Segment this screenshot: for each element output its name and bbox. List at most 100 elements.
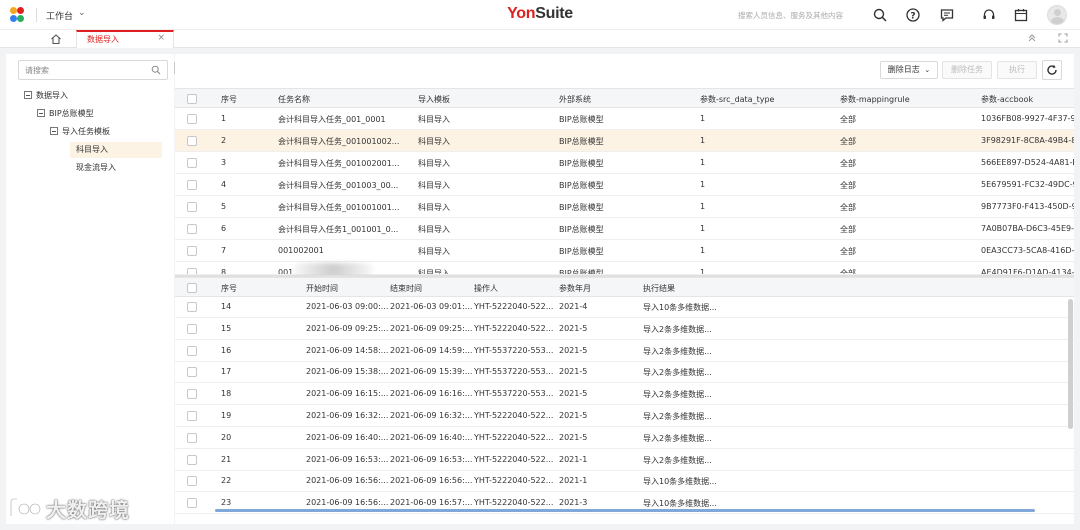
select-all-checkbox[interactable]	[187, 94, 197, 104]
search-icon[interactable]	[151, 65, 161, 75]
tree-node-import-template[interactable]: 导入任务模板	[50, 124, 110, 140]
tree-node-cashflow-import[interactable]: 现金流导入	[70, 160, 116, 176]
table-cell: 7A0B07BA-D6C3-45E9-A	[981, 224, 1074, 233]
delete-log-button[interactable]: 删除日志 ⌄	[880, 61, 938, 79]
table-cell: BIP总账模型	[559, 225, 604, 234]
row-checkbox[interactable]	[187, 498, 197, 509]
table-row[interactable]: 16 2021-06-09 14:58:... 2021-06-09 14:59:.…	[175, 340, 1074, 362]
table-cell: 导入2条多维数据...	[643, 324, 712, 334]
row-checkbox[interactable]	[187, 367, 197, 378]
table-cell: 2	[221, 136, 227, 145]
watermark-logo-icon	[9, 497, 42, 516]
table-cell: 8	[221, 268, 227, 275]
collapse-icon[interactable]	[37, 109, 45, 117]
delete-task-button[interactable]: 删除任务	[942, 61, 992, 79]
row-checkbox[interactable]	[187, 136, 197, 146]
table-row[interactable]: 3 会计科目导入任务_001002001... 科目导入 BIP总账模型 1 全部 566E…	[175, 152, 1074, 174]
home-icon[interactable]	[50, 33, 62, 45]
message-icon[interactable]	[939, 7, 955, 23]
table-row[interactable]: 14 2021-06-03 09:00:... 2021-06-03 09:01:.…	[175, 297, 1074, 318]
table-cell: 1	[700, 246, 706, 255]
row-checkbox[interactable]	[187, 114, 197, 124]
table-row[interactable]: 15 2021-06-09 09:25:... 2021-06-09 09:25:.…	[175, 318, 1074, 340]
row-checkbox[interactable]	[187, 345, 197, 356]
table-cell: 2021-06-09 14:58:...	[306, 345, 389, 355]
table-cell: 导入10条多维数据...	[643, 303, 717, 312]
top-header: 工作台 ⌄ YonSuite 搜索人员信息、服务及其他内容 ?	[0, 0, 1080, 30]
user-avatar[interactable]	[1047, 5, 1067, 25]
row-checkbox[interactable]	[187, 454, 197, 465]
table-cell: 1	[700, 114, 706, 123]
execute-button[interactable]: 执行	[997, 61, 1037, 79]
table-row[interactable]: 7 001002001 科目导入 BIP总账模型 1 全部 0EA3CC73-5CA8-41…	[175, 240, 1074, 262]
col-header: 导入模板	[418, 95, 450, 104]
select-all-checkbox[interactable]	[187, 283, 197, 293]
table-cell: 2021-06-09 16:32:...	[306, 411, 389, 420]
tree-panel: 数据导入 BIP总账模型 导入任务模板 科目导入 现金流导入	[6, 54, 181, 524]
chevron-down-icon: ⌄	[924, 66, 931, 74]
row-checkbox[interactable]	[187, 323, 197, 334]
table-row[interactable]: 18 2021-06-09 16:15:... 2021-06-09 16:16:.…	[175, 384, 1074, 406]
table-row[interactable]: 19 2021-06-09 16:32:... 2021-06-09 16:32:.…	[175, 406, 1074, 427]
row-checkbox[interactable]	[187, 268, 197, 274]
refresh-button[interactable]	[1042, 60, 1062, 80]
table-cell: 全部	[840, 203, 856, 212]
collapse-icon[interactable]	[24, 91, 32, 99]
table-row[interactable]: 2 会计科目导入任务_001001002... 科目导入 BIP总账模型 1 全部 3F98…	[175, 130, 1074, 152]
table-row[interactable]: 20 2021-06-09 16:40:... 2021-06-09 16:40:.…	[175, 427, 1074, 449]
table-row[interactable]: 21 2021-06-09 16:53:... 2021-06-09 16:53:.…	[175, 449, 1074, 471]
row-checkbox[interactable]	[187, 411, 197, 421]
search-icon[interactable]	[872, 7, 888, 23]
table-row[interactable]: 6 会计科目导入任务1_001001_0... 科目导入 BIP总账模型 1 全部 7A0B…	[175, 218, 1074, 240]
row-checkbox[interactable]	[187, 180, 197, 190]
table-cell: 2021-06-09 16:56:...	[306, 498, 389, 508]
chevron-up-icon[interactable]	[1026, 33, 1038, 45]
vertical-scrollbar[interactable]	[1068, 299, 1073, 429]
row-checkbox[interactable]	[187, 224, 197, 234]
table-cell: BIP总账模型	[559, 159, 604, 168]
row-checkbox[interactable]	[187, 476, 197, 487]
table-cell: 2021-06-09 16:53:...	[390, 454, 473, 464]
tree-node-label: BIP总账模型	[49, 109, 94, 118]
table-cell: 全部	[840, 159, 856, 168]
close-icon[interactable]: ×	[157, 33, 165, 43]
table-row[interactable]: 4 会计科目导入任务_001003_00... 科目导入 BIP总账模型 1 全部 5E67…	[175, 174, 1074, 196]
table-cell: YHT-5222040-522...	[474, 302, 554, 311]
row-checkbox[interactable]	[187, 158, 197, 168]
tree-node-data-import[interactable]: 数据导入	[24, 88, 68, 104]
table-cell: YHT-5537220-553...	[474, 345, 554, 355]
headset-icon[interactable]	[981, 7, 997, 23]
svg-text:?: ?	[910, 11, 915, 21]
row-checkbox[interactable]	[187, 389, 197, 400]
row-checkbox[interactable]	[187, 302, 197, 312]
table-cell: BIP总账模型	[559, 203, 604, 212]
refresh-icon	[1047, 64, 1057, 75]
table-row[interactable]: 5 会计科目导入任务_001001001... 科目导入 BIP总账模型 1 全部 9B77…	[175, 196, 1074, 218]
table-row[interactable]: 17 2021-06-09 15:38:... 2021-06-09 15:39:.…	[175, 362, 1074, 384]
tree-search-input[interactable]	[19, 61, 139, 79]
col-header: 序号	[221, 95, 237, 104]
table-row[interactable]: 22 2021-06-09 16:56:... 2021-06-09 16:56:.…	[175, 471, 1074, 493]
table-cell: 导入2条多维数据...	[643, 412, 712, 421]
horizontal-scrollbar[interactable]	[215, 509, 1035, 512]
calendar-icon[interactable]	[1013, 7, 1029, 23]
collapse-icon[interactable]	[50, 127, 58, 135]
fullscreen-icon[interactable]	[1057, 33, 1069, 45]
table-cell: BIP总账模型	[559, 269, 604, 275]
table-cell: 2021-06-09 16:16:...	[390, 389, 473, 399]
table-cell: BIP总账模型	[559, 137, 604, 146]
tree-node-bip-ledger[interactable]: BIP总账模型	[37, 106, 94, 122]
tree-node-subject-import[interactable]: 科目导入	[70, 142, 162, 158]
table-cell: 2021-06-09 16:56:...	[390, 476, 473, 486]
tab-data-import[interactable]: 数据导入 ×	[76, 30, 174, 48]
row-checkbox[interactable]	[187, 432, 197, 443]
help-icon[interactable]: ?	[905, 7, 921, 23]
row-checkbox[interactable]	[187, 202, 197, 212]
table-cell: 会计科目导入任务1_001001_0...	[278, 225, 399, 234]
table-row[interactable]: 1 会计科目导入任务_001_0001 科目导入 BIP总账模型 1 全部 1036FB08…	[175, 108, 1074, 130]
table-cell: 2021-5	[559, 432, 588, 442]
global-search-input[interactable]: 搜索人员信息、服务及其他内容	[738, 10, 843, 21]
row-checkbox[interactable]	[187, 246, 197, 256]
task-table-header: 序号 任务名称 导入模板 外部系统 参数-src_data_type 参数-ma…	[175, 88, 1074, 108]
tree-node-label: 导入任务模板	[62, 127, 110, 136]
